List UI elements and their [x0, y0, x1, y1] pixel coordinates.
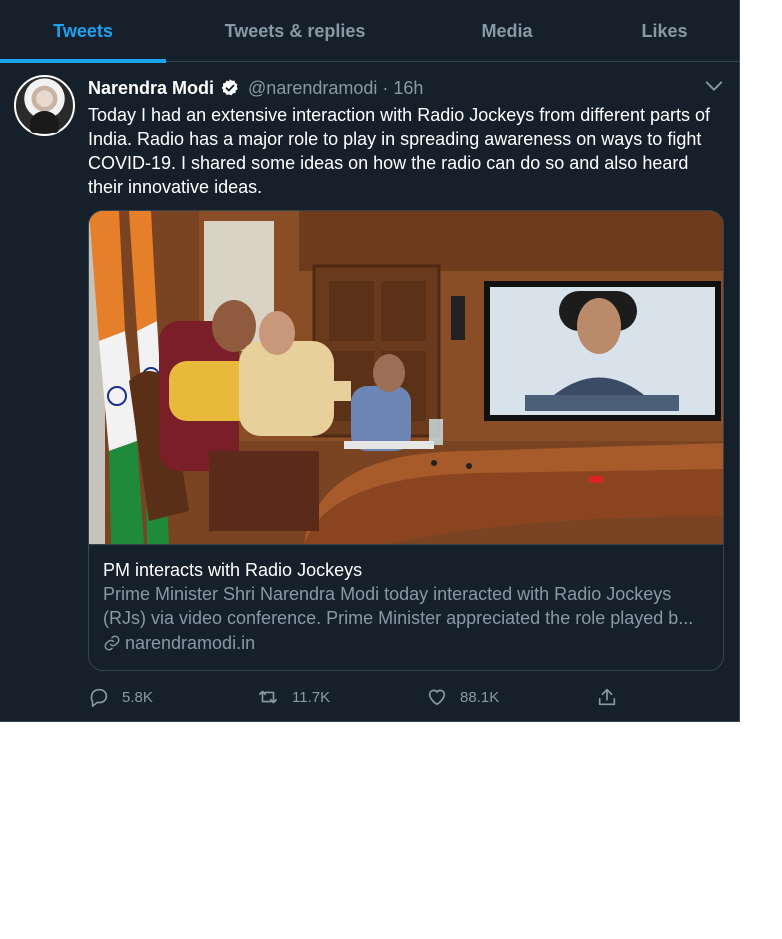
link-preview-card[interactable]: PM interacts with Radio Jockeys Prime Mi…	[88, 210, 724, 671]
tab-tweets[interactable]: Tweets	[0, 0, 166, 63]
author-avatar[interactable]	[14, 75, 75, 136]
profile-tabs: Tweets Tweets & replies Media Likes	[0, 0, 739, 63]
tab-tweets-and-replies[interactable]: Tweets & replies	[166, 0, 424, 62]
reply-count: 5.8K	[122, 688, 153, 706]
tab-likes[interactable]: Likes	[590, 0, 739, 62]
card-domain: narendramodi.in	[103, 630, 711, 656]
tab-tweets-and-replies-label: Tweets & replies	[224, 20, 366, 41]
share-icon	[598, 688, 616, 706]
retweet-count: 11.7K	[292, 688, 331, 706]
active-tab-indicator	[0, 59, 166, 63]
reply-icon	[90, 688, 108, 707]
author-handle[interactable]: @narendramodi	[248, 78, 377, 99]
card-description-line-1: Prime Minister Shri Narendra Modi today …	[103, 584, 672, 604]
tab-likes-label: Likes	[641, 20, 688, 41]
tweet-actions: 5.8K 11.7K 88.1K	[88, 684, 628, 710]
like-icon	[428, 689, 446, 706]
tweet-text: Today I had an extensive interaction wit…	[88, 105, 710, 197]
card-image[interactable]	[89, 211, 723, 544]
tab-media-label: Media	[481, 20, 533, 41]
tab-media[interactable]: Media	[424, 0, 590, 62]
header-separator: ·	[382, 77, 389, 98]
retweet-icon	[258, 690, 278, 704]
share-button[interactable]	[596, 684, 630, 710]
tab-tweets-label: Tweets	[53, 20, 113, 41]
tweet-timestamp[interactable]: 16h	[393, 78, 423, 99]
tweet-header: Narendra Modi @narendramodi · 16h	[88, 76, 423, 100]
card-body[interactable]: PM interacts with Radio Jockeys Prime Mi…	[89, 544, 723, 670]
chevron-down-icon[interactable]	[703, 75, 725, 97]
retweet-button[interactable]: 11.7K	[256, 684, 330, 710]
link-icon	[104, 635, 120, 651]
reply-button[interactable]: 5.8K	[88, 684, 153, 710]
card-description-line-2: (RJs) via video conference. Prime Minist…	[103, 608, 694, 628]
verified-badge-icon	[221, 79, 238, 96]
profile-timeline-panel: Tweets Tweets & replies Media Likes Nare…	[0, 0, 740, 722]
card-domain-text: narendramodi.in	[125, 633, 256, 653]
like-count: 88.1K	[460, 688, 500, 706]
card-title: PM interacts with Radio Jockeys	[103, 560, 363, 580]
like-button[interactable]: 88.1K	[426, 684, 499, 710]
author-name[interactable]: Narendra Modi	[88, 78, 214, 99]
